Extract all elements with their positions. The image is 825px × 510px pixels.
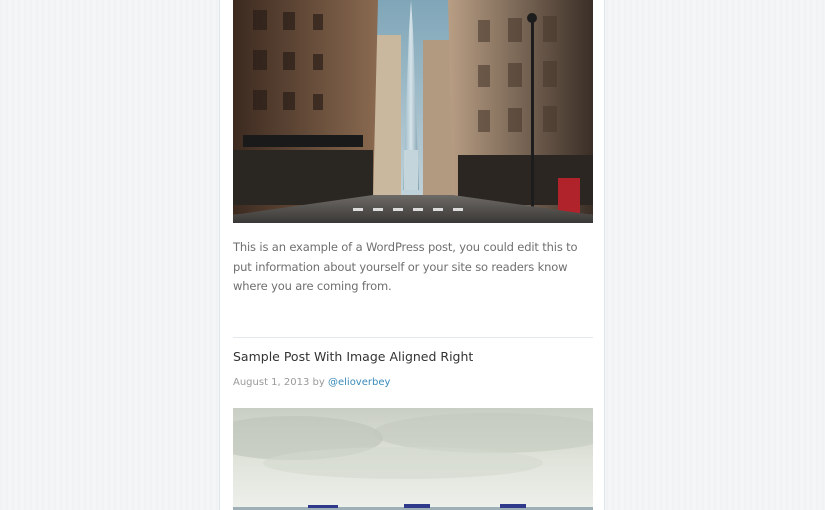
post-featured-image-sea[interactable]	[233, 408, 593, 510]
post-date: August 1, 2013	[233, 377, 310, 388]
post-title-link[interactable]: Sample Post With Image Aligned Right	[233, 349, 473, 364]
post-by-label: by	[312, 377, 325, 388]
post-featured-image[interactable]	[233, 0, 593, 223]
post-excerpt: This is an example of a WordPress post, …	[233, 240, 578, 293]
content-column: This is an example of a WordPress post, …	[219, 0, 605, 510]
post-divider	[233, 337, 593, 338]
author-link[interactable]: @elioverbey	[328, 377, 390, 388]
page-background: This is an example of a WordPress post, …	[0, 0, 825, 510]
post-meta: August 1, 2013 by @elioverbey	[233, 377, 390, 388]
